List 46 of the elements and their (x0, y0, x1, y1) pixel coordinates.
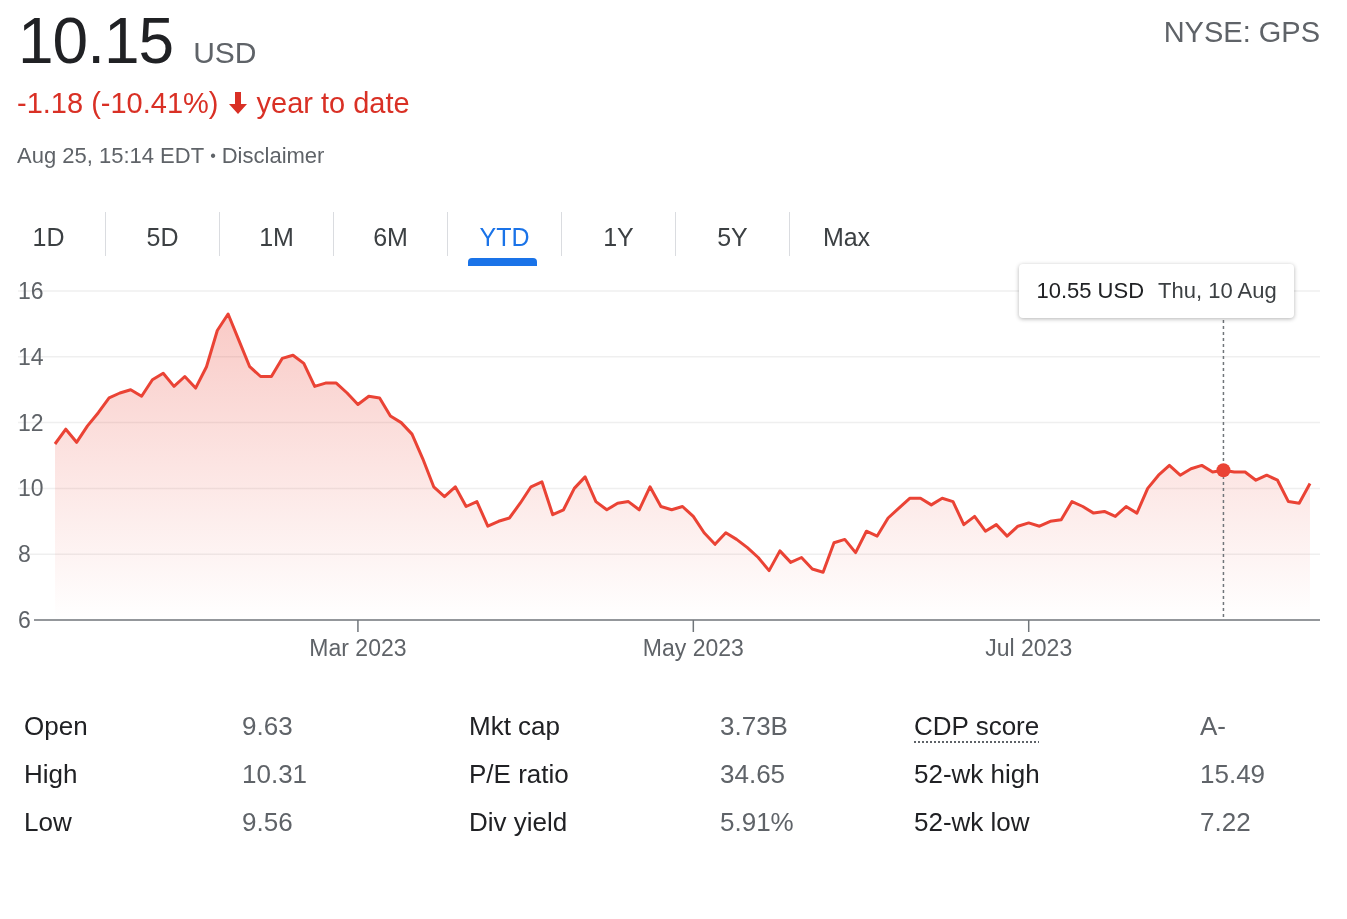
stat-label: P/E ratio (469, 758, 570, 791)
stat-value: 9.63 (242, 710, 294, 743)
x-axis-label: May 2023 (642, 635, 744, 661)
stat-label: CDP score (914, 710, 1041, 743)
y-axis-label: 12 (18, 409, 44, 436)
y-axis-label: 6 (18, 607, 31, 633)
y-axis-label: 14 (18, 343, 44, 370)
x-axis-label: Jul 2023 (985, 635, 1073, 661)
range-tab[interactable]: YTD (448, 208, 561, 266)
y-axis-label: 8 (18, 541, 31, 568)
hover-point (1216, 463, 1231, 478)
stat-label: Mkt cap (469, 710, 562, 743)
range-tab[interactable]: 5Y (676, 208, 789, 266)
range-tab[interactable]: Max (790, 208, 903, 266)
stat-label: Low (24, 806, 73, 839)
stat-label: Div yield (469, 806, 569, 839)
stat-value: 15.49 (1200, 758, 1267, 791)
change-period: year to date (256, 86, 410, 120)
price-change: -1.18 (-10.41%) (17, 86, 219, 120)
y-axis-label: 10 (18, 475, 44, 502)
stat-label: High (24, 758, 79, 791)
x-axis-label: Mar 2023 (309, 635, 407, 661)
tooltip-date: Thu, 10 Aug (1158, 278, 1277, 304)
stat-label: 52-wk high (914, 758, 1041, 791)
range-tab[interactable]: 1Y (562, 208, 675, 266)
stat-label: 52-wk low (914, 806, 1031, 839)
stat-value: 5.91% (720, 806, 795, 839)
stat-value: 34.65 (720, 758, 787, 791)
stat-value: 9.56 (242, 806, 294, 839)
stat-label: Open (24, 710, 89, 743)
range-tab[interactable]: 1D (0, 208, 105, 266)
stock-price: 10.15 (18, 4, 174, 78)
stat-value: 7.22 (1200, 806, 1252, 839)
ticker: NYSE: GPS (1163, 16, 1320, 49)
currency: USD (193, 36, 257, 70)
stat-value: A- (1200, 710, 1227, 743)
timestamp: Aug 25, 15:14 EDT (17, 143, 205, 169)
y-axis-label: 16 (18, 278, 44, 304)
range-tab[interactable]: 1M (220, 208, 333, 266)
disclaimer-link[interactable]: Disclaimer (221, 143, 325, 169)
separator-dot: • (210, 147, 216, 165)
tooltip-price: 10.55 USD (1036, 278, 1145, 304)
stat-value: 3.73B (720, 710, 789, 743)
stat-value: 10.31 (242, 758, 309, 791)
range-tab[interactable]: 6M (334, 208, 447, 266)
range-tab[interactable]: 5D (106, 208, 219, 266)
